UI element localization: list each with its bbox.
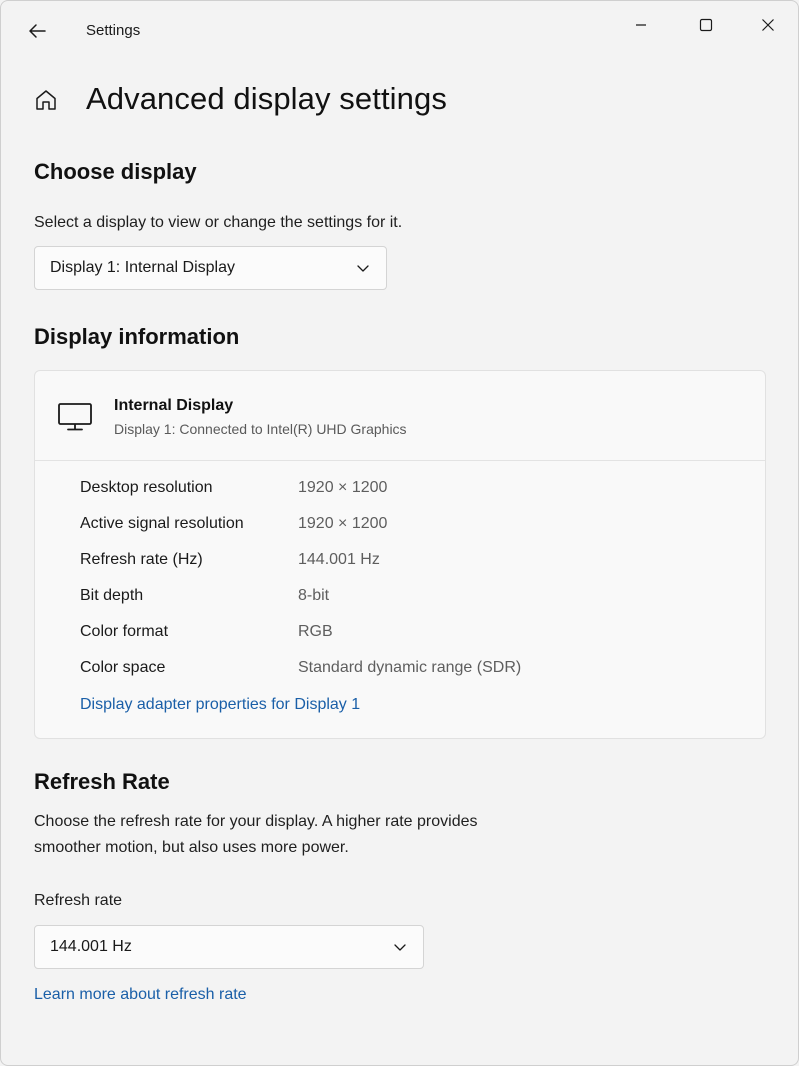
display-information-card: Internal Display Display 1: Connected to… xyxy=(34,370,766,739)
display-select-value: Display 1: Internal Display xyxy=(50,259,235,276)
display-select[interactable]: Display 1: Internal Display xyxy=(34,246,387,290)
home-button[interactable] xyxy=(33,87,59,113)
info-label: Color space xyxy=(80,659,166,676)
info-row-refresh-rate: Refresh rate (Hz) 144.001 Hz xyxy=(80,551,720,577)
maximize-button[interactable] xyxy=(686,11,726,39)
refresh-rate-heading: Refresh Rate xyxy=(34,769,170,794)
monitor-icon xyxy=(58,403,92,431)
close-button[interactable] xyxy=(748,11,788,39)
info-row-color-format: Color format RGB xyxy=(80,623,720,649)
display-connection: Display 1: Connected to Intel(R) UHD Gra… xyxy=(114,421,407,437)
minimize-icon xyxy=(636,24,646,26)
info-row-color-space: Color space Standard dynamic range (SDR) xyxy=(80,659,720,685)
refresh-rate-description-line1: Choose the refresh rate for your display… xyxy=(34,813,478,830)
chevron-down-icon xyxy=(357,265,369,272)
arrow-left-icon xyxy=(29,24,46,38)
info-row-active-signal-resolution: Active signal resolution 1920 × 1200 xyxy=(80,515,720,541)
info-label: Desktop resolution xyxy=(80,479,213,496)
refresh-rate-field-label: Refresh rate xyxy=(34,892,123,909)
info-value: 1920 × 1200 xyxy=(298,479,388,496)
page-title: Advanced display settings xyxy=(86,81,447,116)
home-icon xyxy=(36,90,56,110)
back-button[interactable] xyxy=(23,17,51,45)
info-label: Bit depth xyxy=(80,587,144,604)
info-value: 1920 × 1200 xyxy=(298,515,388,532)
app-title: Settings xyxy=(86,22,141,39)
display-information-heading: Display information xyxy=(34,324,240,349)
close-icon xyxy=(762,19,774,31)
maximize-icon xyxy=(699,18,713,32)
title-bar: Settings xyxy=(1,1,798,61)
info-row-desktop-resolution: Desktop resolution 1920 × 1200 xyxy=(80,479,720,505)
info-row-bit-depth: Bit depth 8-bit xyxy=(80,587,720,613)
info-label: Color format xyxy=(80,623,169,640)
refresh-rate-select[interactable]: 144.001 Hz xyxy=(34,925,424,969)
info-value: RGB xyxy=(298,623,333,640)
info-label: Active signal resolution xyxy=(80,515,244,532)
info-value: Standard dynamic range (SDR) xyxy=(298,659,522,676)
choose-display-heading: Choose display xyxy=(34,159,197,184)
display-adapter-properties-link[interactable]: Display adapter properties for Display 1 xyxy=(80,696,360,714)
choose-display-description: Select a display to view or change the s… xyxy=(34,214,403,231)
refresh-rate-select-value: 144.001 Hz xyxy=(50,938,132,955)
learn-more-refresh-rate-link[interactable]: Learn more about refresh rate xyxy=(34,986,247,1004)
settings-window: Settings Advanced display settings Choos… xyxy=(0,0,799,1066)
chevron-down-icon xyxy=(394,944,406,951)
display-name: Internal Display xyxy=(114,397,234,414)
refresh-rate-description-line2: smoother motion, but also uses more powe… xyxy=(34,839,349,856)
info-value: 8-bit xyxy=(298,587,330,604)
info-label: Refresh rate (Hz) xyxy=(80,551,203,568)
display-header: Internal Display Display 1: Connected to… xyxy=(35,371,765,461)
info-value: 144.001 Hz xyxy=(298,551,380,568)
minimize-button[interactable] xyxy=(621,11,661,39)
